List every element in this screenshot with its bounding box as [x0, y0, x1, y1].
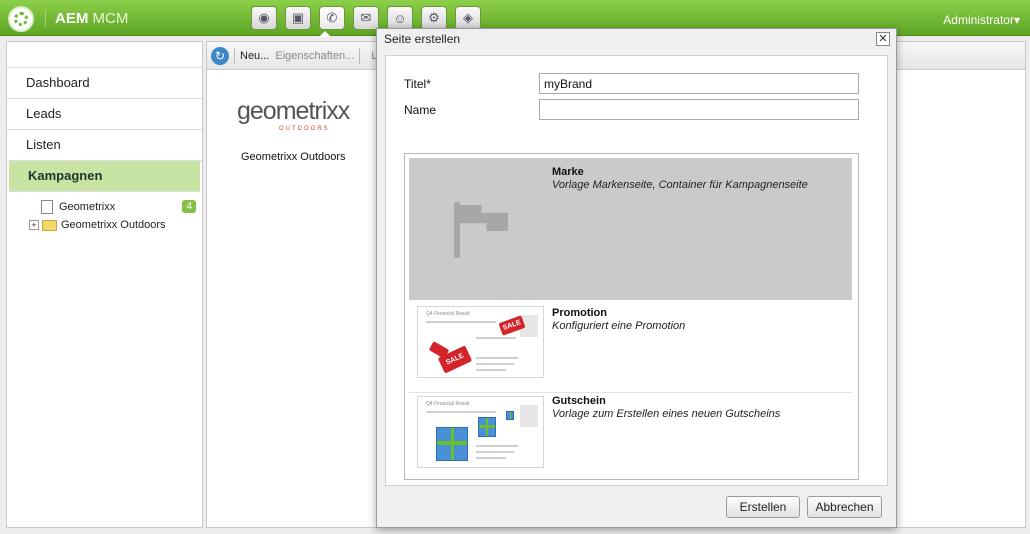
sidebar-header: [7, 42, 202, 68]
dialog-header[interactable]: Seite erstellen ✕: [377, 29, 896, 50]
title-field[interactable]: [539, 73, 859, 94]
expand-icon[interactable]: +: [29, 220, 39, 230]
title-label: Titel*: [404, 77, 431, 91]
tree-item-geometrixx-outdoors[interactable]: + Geometrixx Outdoors: [7, 216, 202, 234]
globe-icon[interactable]: ◉: [251, 6, 277, 30]
name-field[interactable]: [539, 99, 859, 120]
template-item-marke[interactable]: Marke Vorlage Markenseite, Container für…: [409, 158, 852, 300]
tag-icon[interactable]: ◈: [455, 6, 481, 30]
app-title: AEM MCM: [45, 10, 128, 27]
template-description: Vorlage Markenseite, Container für Kampa…: [552, 179, 808, 191]
flag-icon: [454, 202, 460, 258]
user-menu[interactable]: Administrator▾: [943, 13, 1020, 27]
active-console-caret: [319, 31, 331, 37]
promotion-thumbnail: Q4 Financial Result SALE SALE: [417, 306, 544, 378]
tree-item-geometrixx[interactable]: Geometrixx 4: [7, 198, 202, 216]
dialog-body: Titel* Name Marke Vorlage Markenseite, C…: [385, 55, 888, 486]
mail-icon[interactable]: ✉: [353, 6, 379, 30]
template-item-gutschein[interactable]: Q4 Financial Result Gutschein Vorlage zu…: [409, 394, 852, 478]
sidebar-item-campaigns[interactable]: Kampagnen: [9, 161, 200, 192]
gift-icon: [478, 417, 496, 437]
template-description: Vorlage zum Erstellen eines neuen Gutsch…: [552, 408, 781, 420]
flag-icon-cloth: [460, 205, 508, 231]
create-page-dialog: Seite erstellen ✕ Titel* Name Marke Vorl…: [376, 28, 897, 528]
template-divider: [409, 392, 852, 393]
template-item-promotion[interactable]: Q4 Financial Result SALE SALE Promotion …: [409, 304, 852, 388]
template-title: Promotion: [552, 307, 607, 319]
new-button[interactable]: Neu...: [240, 50, 269, 62]
users-icon[interactable]: ☺: [387, 6, 413, 30]
template-list: Marke Vorlage Markenseite, Container für…: [404, 153, 859, 480]
cancel-button[interactable]: Abbrechen: [807, 496, 882, 518]
toolbar-separator: [234, 47, 235, 64]
toolbar-separator: [359, 47, 361, 64]
brand-logo[interactable]: geometrixx OUTDOORS: [237, 97, 350, 132]
gift-icon: [506, 411, 514, 420]
voucher-thumbnail: Q4 Financial Result: [417, 396, 544, 468]
template-title: Marke: [552, 166, 584, 178]
properties-button[interactable]: Eigenschaften...: [275, 50, 354, 62]
tree-item-label: Geometrixx: [59, 201, 116, 213]
camera-icon[interactable]: ▣: [285, 6, 311, 30]
megaphone-icon[interactable]: ✆: [319, 6, 345, 30]
console-switcher: ◉ ▣ ✆ ✉ ☺ ⚙ ◈: [251, 6, 481, 30]
create-button[interactable]: Erstellen: [726, 496, 800, 518]
gears-icon[interactable]: ⚙: [421, 6, 447, 30]
template-description: Konfiguriert eine Promotion: [552, 320, 686, 332]
tree-item-label: Geometrixx Outdoors: [61, 219, 166, 231]
dialog-footer: Erstellen Abbrechen: [377, 487, 896, 527]
brand-name[interactable]: Geometrixx Outdoors: [241, 151, 346, 163]
sidebar-item-lists[interactable]: Listen: [7, 130, 202, 161]
name-label: Name: [404, 103, 437, 117]
template-title: Gutschein: [552, 395, 606, 407]
folder-icon: [42, 219, 57, 231]
sidebar: Dashboard Leads Listen Kampagnen Geometr…: [6, 41, 203, 528]
aem-logo-icon[interactable]: [8, 6, 34, 32]
sidebar-item-leads[interactable]: Leads: [7, 99, 202, 130]
refresh-icon[interactable]: ↻: [211, 46, 229, 65]
campaign-tree: Geometrixx 4 + Geometrixx Outdoors: [7, 192, 202, 234]
dialog-title: Seite erstellen: [384, 32, 461, 46]
gift-icon: [436, 427, 468, 461]
page-icon: [41, 200, 53, 214]
close-icon[interactable]: ✕: [876, 32, 890, 46]
count-badge: 4: [182, 200, 196, 213]
sidebar-item-dashboard[interactable]: Dashboard: [7, 68, 202, 99]
